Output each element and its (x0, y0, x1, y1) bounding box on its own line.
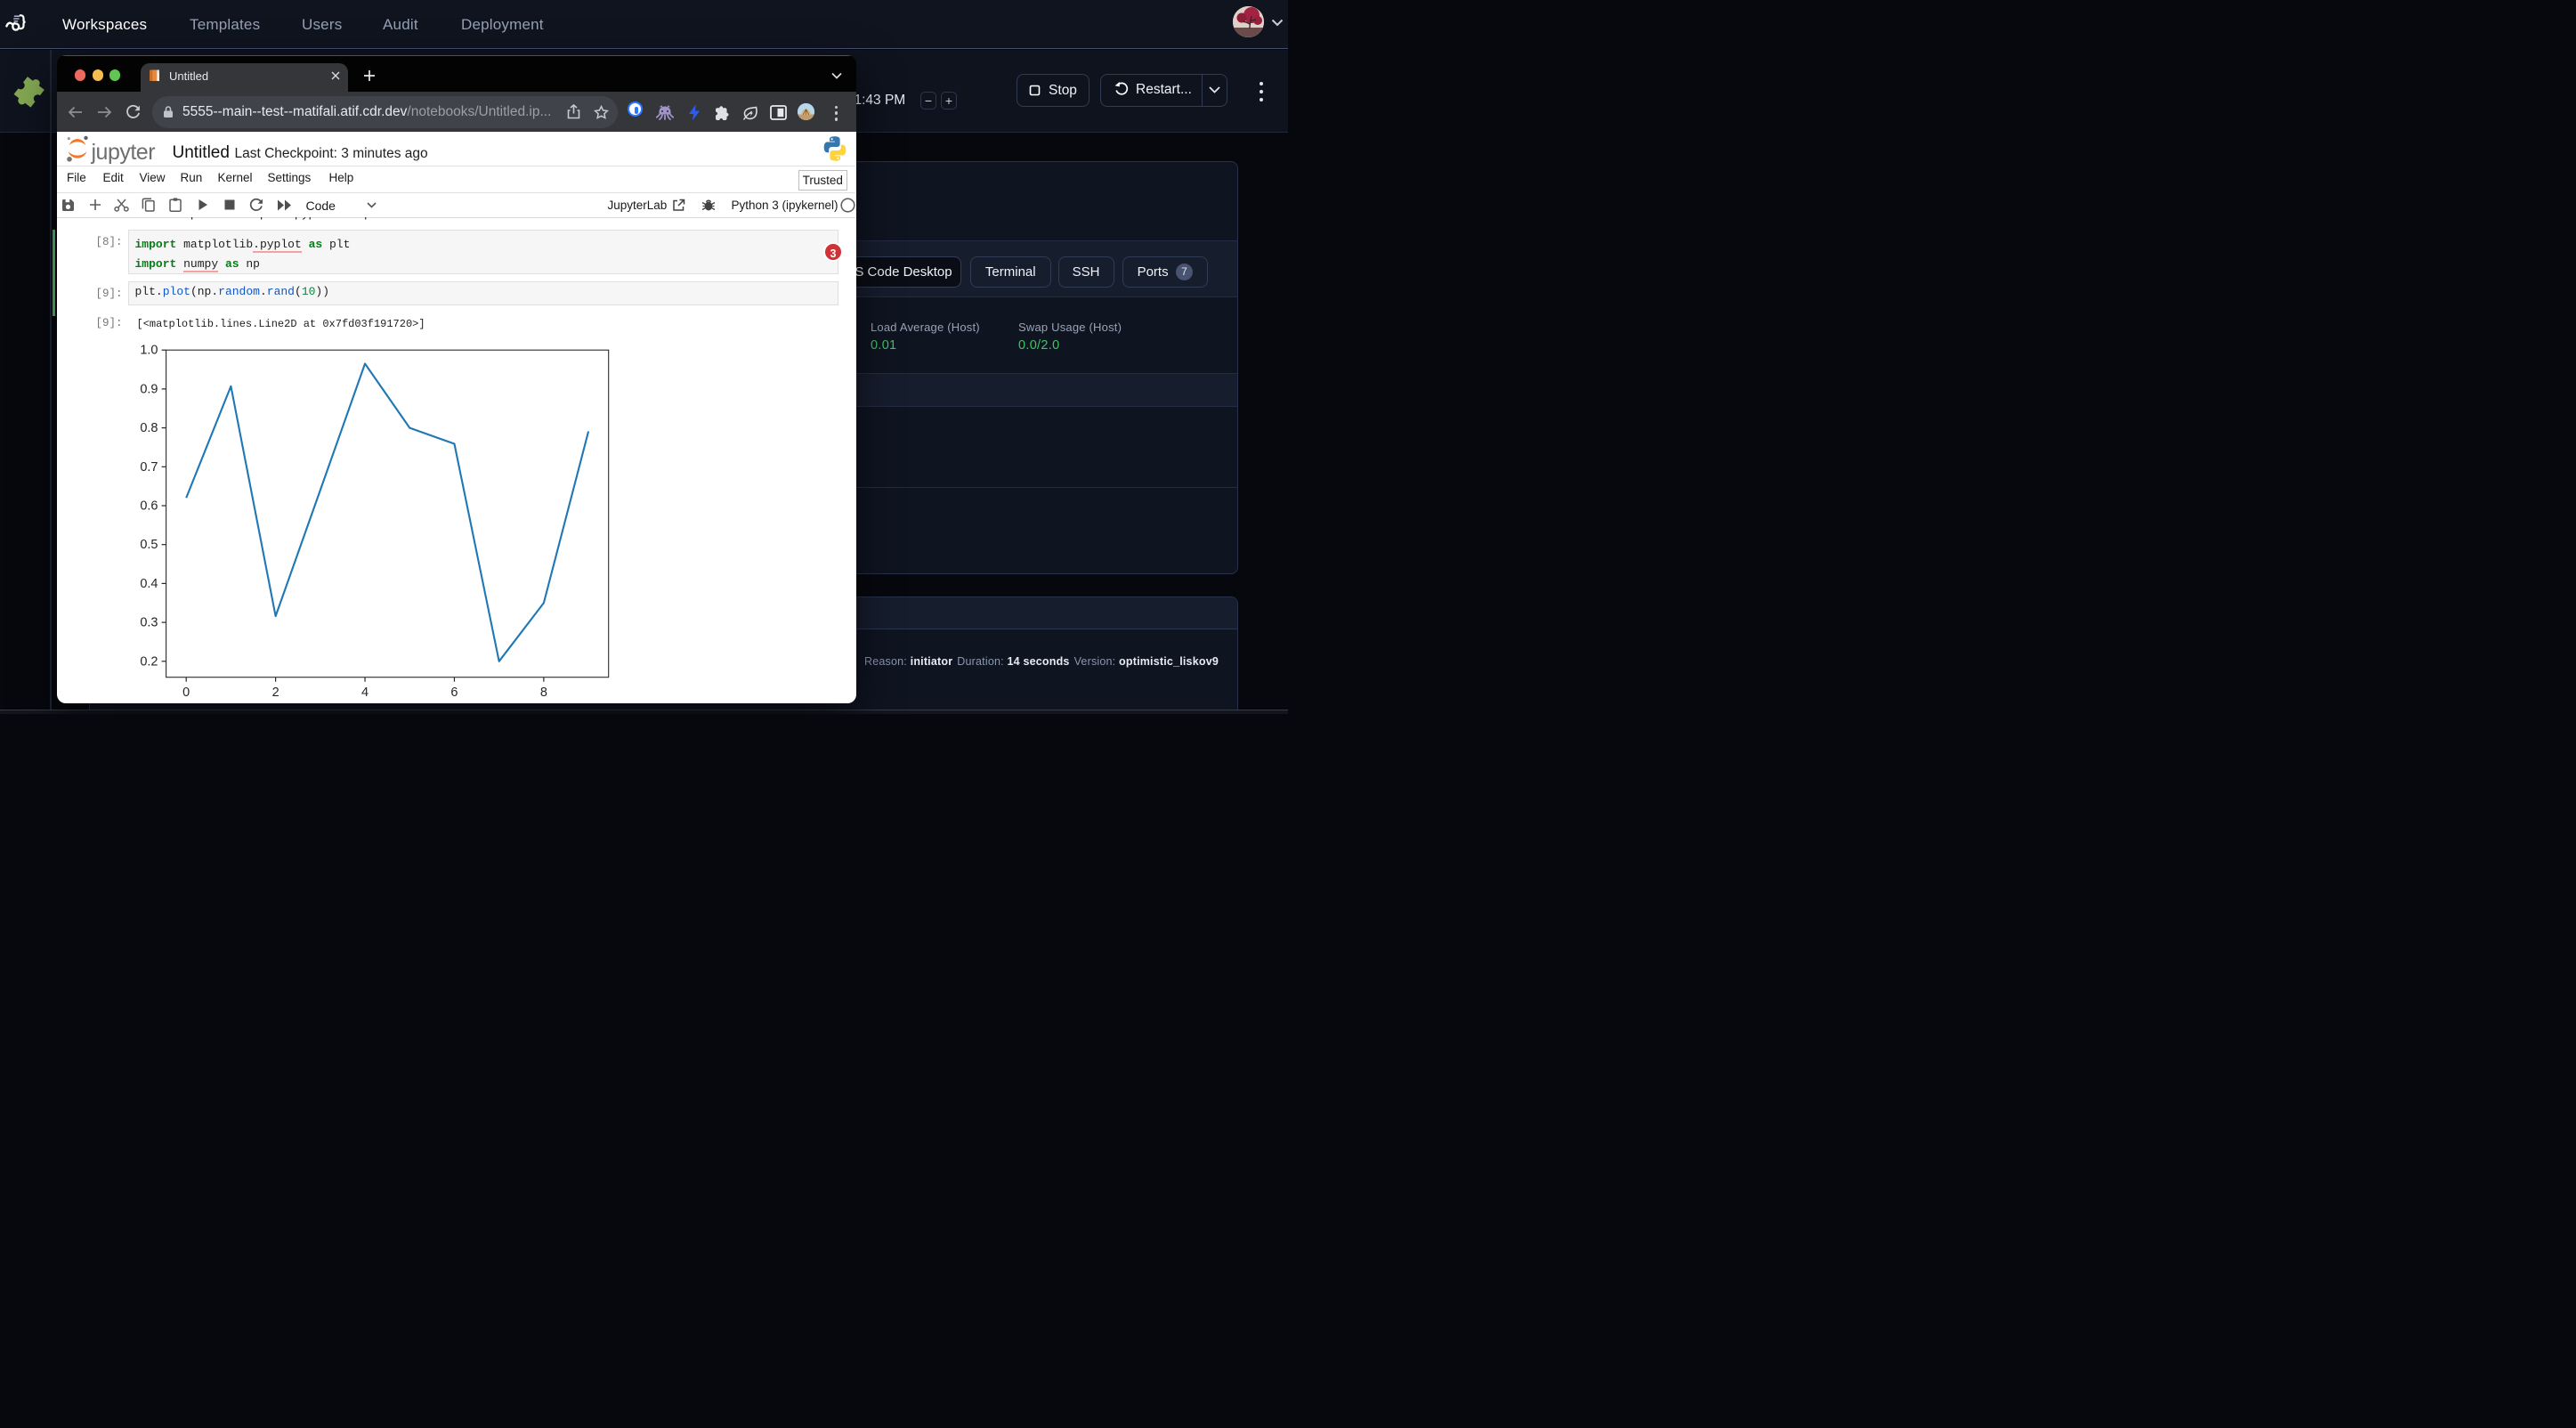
svg-text:0.6: 0.6 (140, 499, 158, 513)
svg-text:2: 2 (271, 686, 279, 700)
svg-text:8: 8 (539, 686, 547, 700)
svg-text:0.8: 0.8 (140, 421, 158, 435)
svg-text:6: 6 (450, 686, 458, 700)
svg-text:0.7: 0.7 (140, 459, 158, 474)
svg-text:0.2: 0.2 (140, 654, 158, 669)
svg-text:0: 0 (182, 686, 190, 700)
svg-text:0.5: 0.5 (140, 538, 158, 552)
svg-text:0.9: 0.9 (140, 382, 158, 396)
svg-text:0.4: 0.4 (140, 576, 158, 590)
svg-text:0.3: 0.3 (140, 615, 158, 629)
svg-text:1.0: 1.0 (140, 343, 158, 357)
svg-text:4: 4 (361, 686, 369, 700)
